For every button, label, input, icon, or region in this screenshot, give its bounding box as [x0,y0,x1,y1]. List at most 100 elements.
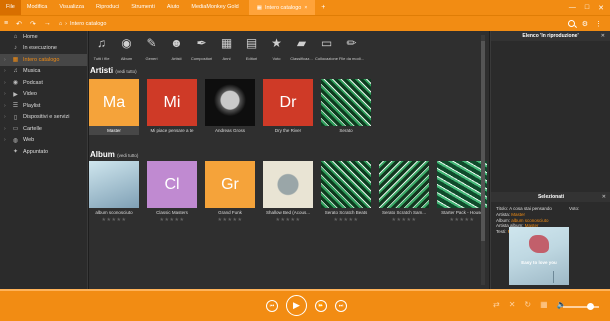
menu-aiuto[interactable]: Aiuto [161,0,186,15]
chevron-right-icon[interactable]: › [4,126,11,132]
scrollbar-thumb[interactable] [481,41,485,241]
album-tile-shallow-bed[interactable]: Shallow Bed (Acous... ★★★★★ [263,161,313,223]
sidebar-item-label: In esecuzione [23,45,57,52]
chevron-right-icon[interactable]: › [4,91,11,97]
category-anni[interactable]: ▦ Anni [214,35,239,65]
search-icon[interactable] [567,20,575,27]
menu-mediamonkey-gold[interactable]: MediaMonkey Gold [185,0,244,15]
chevron-right-icon[interactable]: › [4,137,11,143]
tab-close-icon[interactable]: × [304,5,307,11]
add-tab-button[interactable]: + [315,4,331,11]
chevron-right-icon[interactable]: › [4,114,11,120]
rating-stars[interactable]: ★★★★★ [263,217,313,223]
artist-name: Dry the River [274,128,302,133]
close-icon[interactable]: ✕ [601,33,605,39]
close-icon[interactable]: ✕ [602,194,606,200]
previous-button[interactable]: ⏮ [266,300,278,312]
rating-stars[interactable]: ★★★★★ [437,217,487,223]
volume-knob[interactable] [587,303,594,310]
home-icon: ⌂ [13,33,18,40]
more-icon[interactable]: ⋮ [595,20,602,28]
category-artisti[interactable]: ☻ Artisti [164,35,189,65]
arrow-icon[interactable]: → [40,20,55,27]
menu-modifica[interactable]: Modifica [21,0,53,15]
album-tile-classic-masters[interactable]: Cl Classic Masters ★★★★★ [147,161,197,223]
sidebar-item-playlist[interactable]: › ☰ Playlist [0,100,87,112]
album-tile-serato-scratch-beats[interactable]: Serato Scratch Beats ★★★★★ [321,161,371,223]
sidebar-item-in-esecuzione[interactable]: ♪ In esecuzione [0,43,87,55]
previous-icon: ⏮ [269,303,275,309]
category-voto[interactable]: ★ Voto [264,35,289,65]
artist-tile-serato[interactable]: Serato [321,79,371,133]
rating-stars[interactable]: ★★★★★ [89,217,139,223]
category-editori[interactable]: ▤ Editori [239,35,264,65]
cover-art-shape [529,235,549,253]
minimize-icon[interactable]: — [569,4,576,12]
category-collocazione[interactable]: ▭ Collocazione [314,35,339,65]
breadcrumb: ⌂ › Intero catalogo [59,21,107,27]
equalizer-icon[interactable]: ▦ [540,300,548,309]
menu-file[interactable]: File [0,0,21,15]
category-compositori[interactable]: ✒ Compositori [189,35,214,65]
album-tile-sconosciuto[interactable]: album sconosciuto ★★★★★ [89,161,139,223]
crossfade-icon[interactable]: ✕ [509,300,516,309]
album-tile-starter-pack-house[interactable]: Starter Pack - House ★★★★★ [437,161,487,223]
chevron-right-icon[interactable]: › [4,103,11,109]
artist-tile-mi-piace[interactable]: Mi Mi piace pensare a te [147,79,197,133]
album-tile-serato-scratch-samples[interactable]: Serato Scratch Sam... ★★★★★ [379,161,429,223]
play-icon: ▶ [293,300,300,310]
close-icon[interactable]: ✕ [598,4,604,12]
chevron-right-icon[interactable]: › [4,57,11,63]
sidebar-item-appuntato[interactable]: ✦ Appuntato [0,146,87,158]
star-icon: ★ [271,36,282,50]
rating-stars[interactable]: ★★★★★ [205,217,255,223]
sidebar-item-dispositivi[interactable]: › ▯ Dispositivi e servizi [0,112,87,124]
rating-stars[interactable]: ★★★★★ [379,217,429,223]
sidebar-item-video[interactable]: › ▶ Video [0,89,87,101]
edit-icon: ✏ [346,36,357,50]
chevron-right-icon[interactable]: › [4,68,11,74]
back-icon[interactable]: ↶ [12,20,26,28]
menu-riproduci[interactable]: Riproduci [90,0,125,15]
artist-tile-dry-the-river[interactable]: Dr Dry the River [263,79,313,133]
play-button[interactable]: ▶ [286,295,307,316]
category-classificazione[interactable]: ▰ Classificaz... [289,35,314,65]
artists-see-all-link[interactable]: (vedi tutto) [115,69,136,74]
forward-icon[interactable]: ↷ [26,20,40,28]
category-album[interactable]: ◉ Album [114,35,139,65]
artist-image [321,79,371,126]
sidebar-item-podcast[interactable]: › ◉ Podcast [0,77,87,89]
chevron-right-icon[interactable]: › [4,80,11,86]
seek-bar[interactable] [0,289,610,291]
artist-tile-andreas-gross[interactable]: Andreas Gross [205,79,255,133]
main-scrollbar[interactable] [481,35,485,285]
artist-image: Ma [89,79,139,126]
repeat-icon[interactable]: ↻ [524,300,531,309]
home-icon[interactable]: ⌂ [59,21,62,27]
sidebar-item-intero-catalogo[interactable]: › ▦ Intero catalogo [0,54,87,66]
menu-visualizza[interactable]: Visualizza [53,0,90,15]
menu-strumenti[interactable]: Strumenti [125,0,161,15]
sidebar-item-home[interactable]: ⌂ Home [0,31,87,43]
stop-button[interactable]: ⏩ [315,300,327,312]
shuffle-icon[interactable]: ⇄ [493,300,500,309]
sidebar-item-musica[interactable]: › ♫ Musica [0,66,87,78]
menu-toggle-icon[interactable]: ≡ [0,20,12,27]
albums-see-all-link[interactable]: (vedi tutto) [117,153,138,158]
rating-stars[interactable]: ★★★★★ [321,217,371,223]
sidebar-item-cartelle[interactable]: › ▭ Cartelle [0,123,87,135]
category-file-da-modificare[interactable]: ✏ File da modi... [339,35,364,65]
maximize-icon[interactable]: □ [585,4,589,12]
breadcrumb-item[interactable]: Intero catalogo [70,21,106,27]
artist-tile-master[interactable]: Ma Master [89,79,139,135]
volume-slider[interactable] [563,303,599,310]
tab-intero-catalogo[interactable]: ▦ Intero catalogo × [248,0,316,15]
disc-icon: ◉ [121,36,132,50]
album-tile-grand-funk[interactable]: Gr Grand Funk ★★★★★ [205,161,255,223]
next-button[interactable]: ⏭ [335,300,347,312]
gear-icon[interactable]: ⚙ [582,20,588,28]
sidebar-item-web[interactable]: › ◍ Web [0,135,87,147]
rating-stars[interactable]: ★★★★★ [147,217,197,223]
category-generi[interactable]: ✎ Generi [139,35,164,65]
category-tutti-i-file[interactable]: ♫ Tutti i file [89,35,114,65]
